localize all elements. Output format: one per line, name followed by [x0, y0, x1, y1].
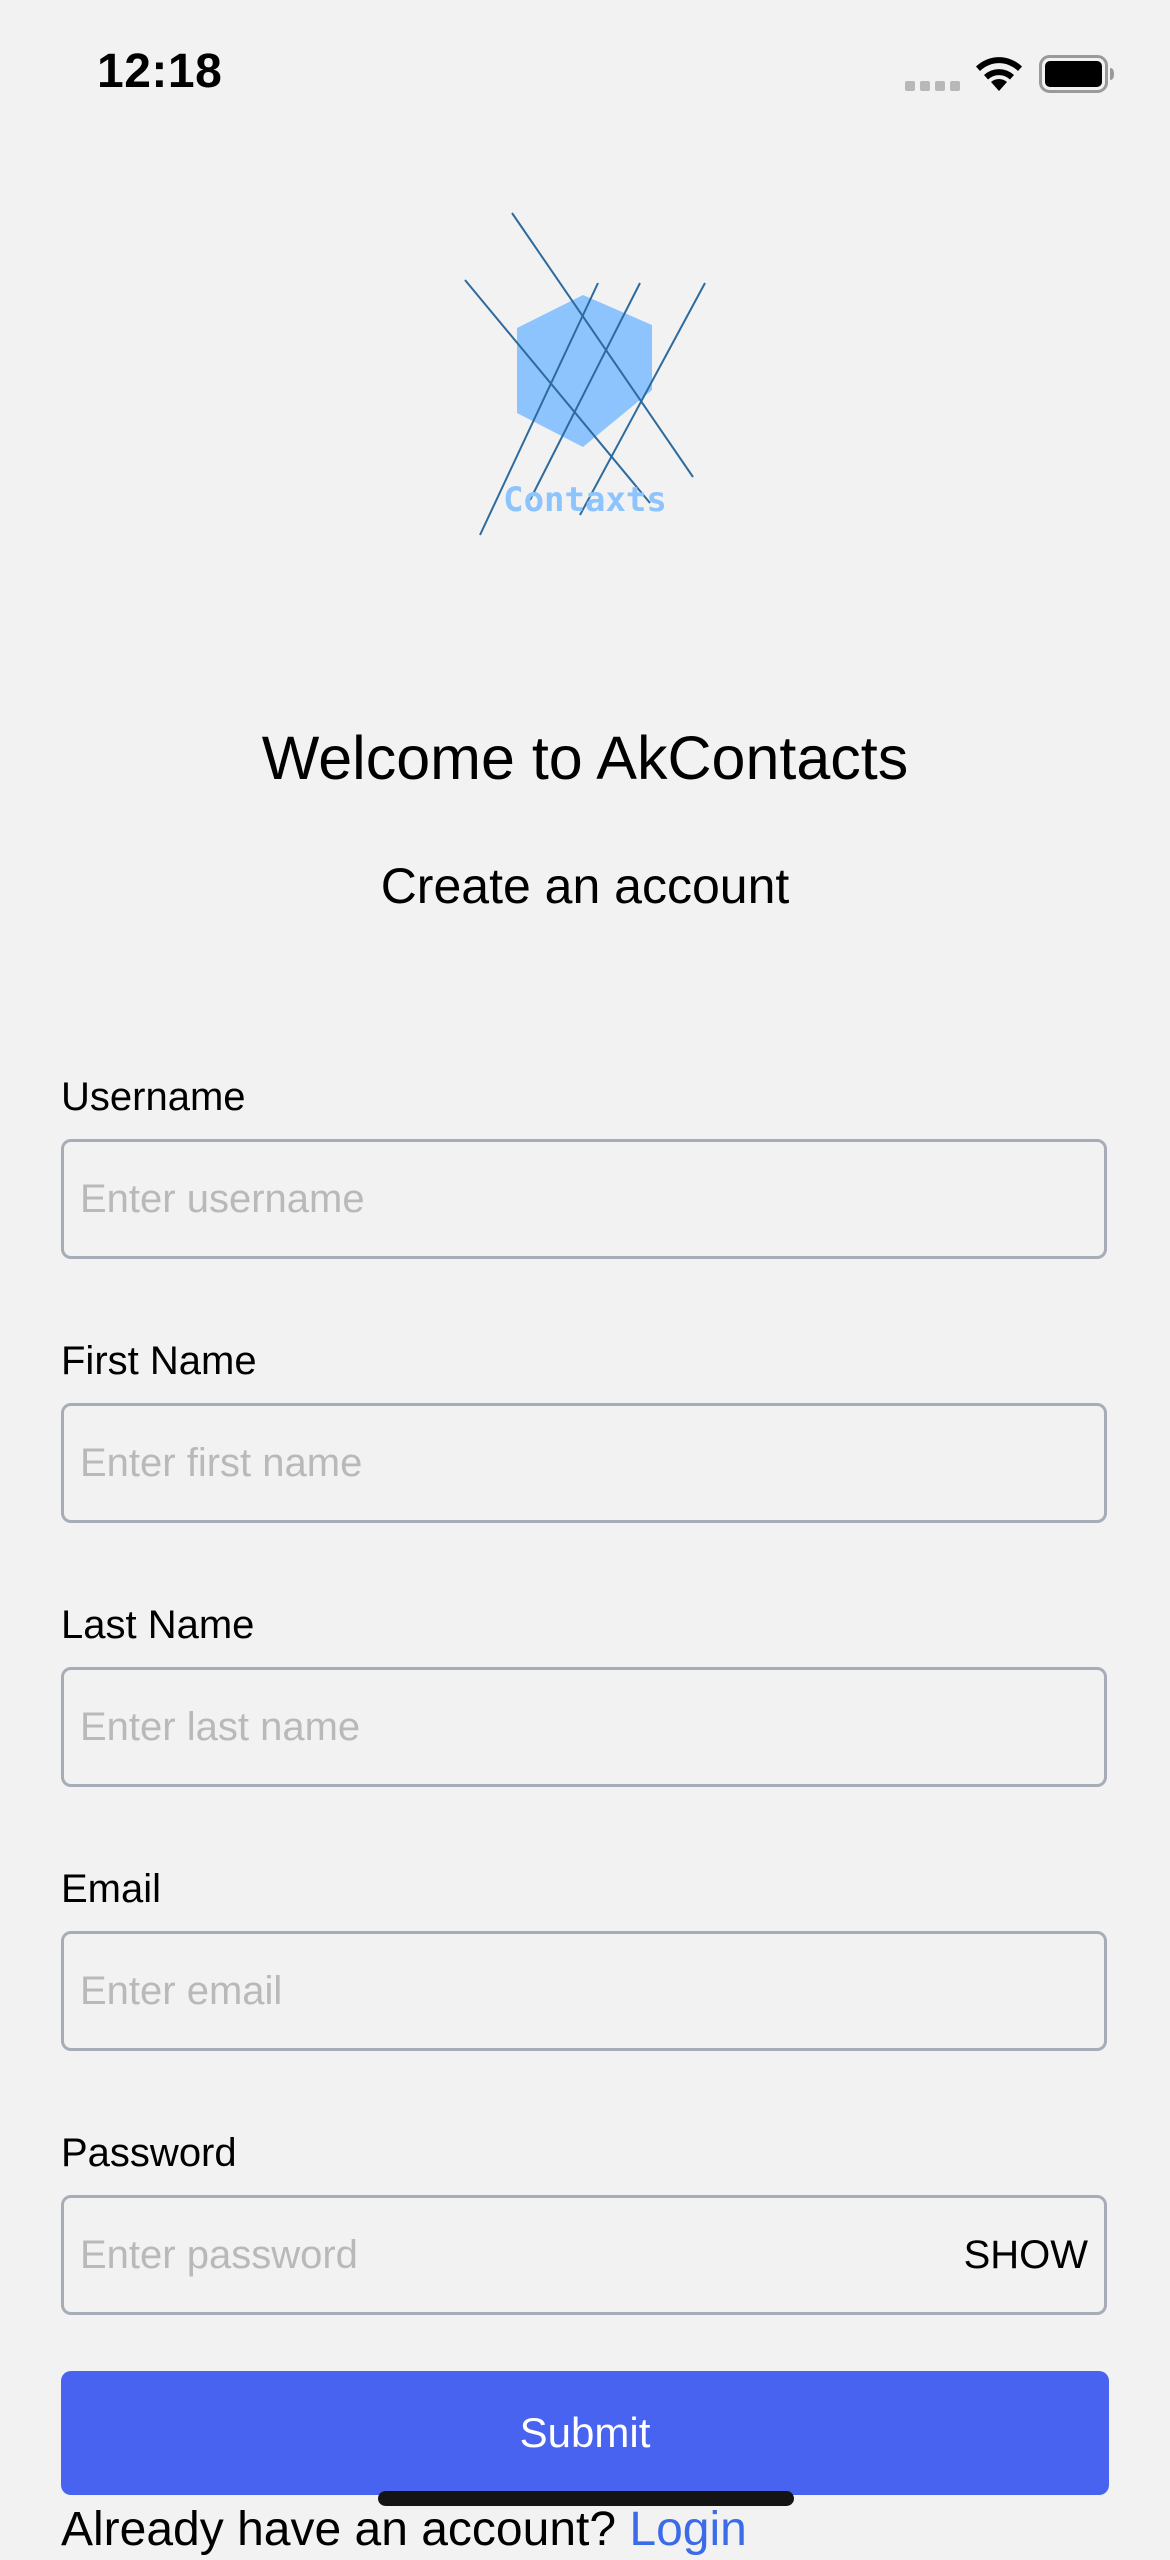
email-input[interactable] — [80, 1934, 1080, 2048]
last-name-label: Last Name — [61, 1603, 255, 1647]
first-name-field[interactable] — [61, 1403, 1107, 1523]
email-field[interactable] — [61, 1931, 1107, 2051]
cellular-signal-icon — [905, 81, 960, 91]
login-prompt-text: Already have an account? — [61, 2503, 630, 2556]
show-password-toggle[interactable]: SHOW — [964, 2228, 1088, 2282]
login-prompt: Already have an account? Login — [61, 2500, 747, 2560]
status-time: 12:18 — [97, 45, 223, 98]
password-label: Password — [61, 2131, 237, 2175]
username-input[interactable] — [80, 1142, 1080, 1256]
password-field[interactable]: SHOW — [61, 2195, 1107, 2315]
status-bar: 12:18 — [0, 0, 1170, 140]
email-label: Email — [61, 1867, 162, 1911]
last-name-input[interactable] — [80, 1670, 1080, 1784]
battery-icon — [1039, 55, 1114, 93]
submit-button[interactable]: Submit — [61, 2371, 1109, 2495]
first-name-label: First Name — [61, 1339, 257, 1383]
first-name-input[interactable] — [80, 1406, 1080, 1520]
username-field[interactable] — [61, 1139, 1107, 1259]
last-name-field[interactable] — [61, 1667, 1107, 1787]
login-link[interactable]: Login — [629, 2503, 746, 2556]
welcome-title: Welcome to AkContacts — [261, 724, 909, 792]
app-logo: Contaxts — [464, 212, 706, 536]
home-indicator — [378, 2491, 794, 2506]
create-account-subtitle: Create an account — [380, 858, 790, 914]
password-input[interactable] — [80, 2198, 960, 2312]
logo-text: Contaxts — [503, 480, 667, 520]
wifi-icon — [976, 57, 1022, 91]
username-label: Username — [61, 1075, 246, 1119]
